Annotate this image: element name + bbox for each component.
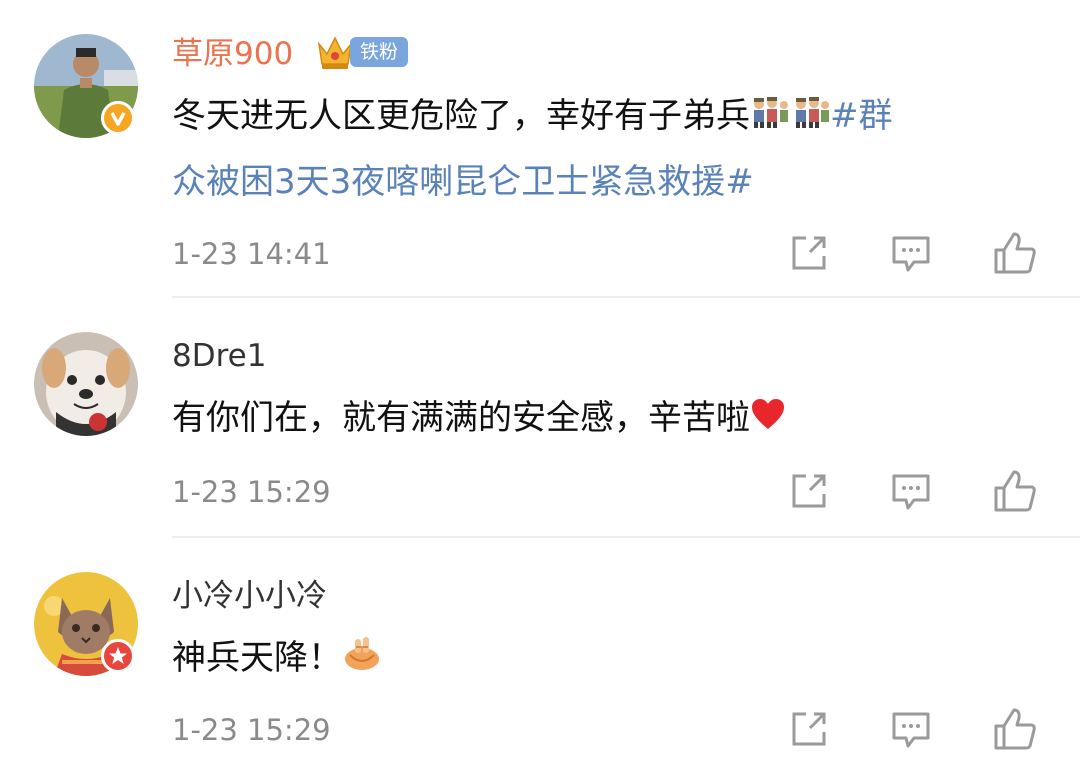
verified-badge-icon bbox=[101, 639, 135, 673]
comment-item: 草原900 铁粉 冬天进无人区更危险了，幸好有子弟兵 #群 众被困3天3夜喀喇昆… bbox=[0, 0, 1080, 298]
comment-list: 草原900 铁粉 冬天进无人区更危险了，幸好有子弟兵 #群 众被困3天3夜喀喇昆… bbox=[0, 0, 1080, 761]
like-icon[interactable] bbox=[992, 706, 1038, 752]
comment-time: 1-23 15:29 bbox=[172, 713, 331, 747]
share-icon[interactable] bbox=[786, 468, 832, 514]
comment-item: 8Dre1 有你们在，就有满满的安全感，辛苦啦 1-23 15:29 bbox=[0, 298, 1080, 538]
comment-icon[interactable] bbox=[888, 706, 934, 752]
comment-item: 小冷小小冷 神兵天降！ 1-23 15:29 bbox=[0, 538, 1080, 761]
topic-link[interactable]: #群 bbox=[830, 96, 893, 136]
verified-badge-icon bbox=[101, 101, 135, 135]
comment-text: 有你们在，就有满满的安全感，辛苦啦 bbox=[172, 386, 1032, 452]
username[interactable]: 8Dre1 bbox=[172, 336, 266, 376]
username[interactable]: 小冷小小冷 bbox=[172, 576, 327, 616]
comment-text: 冬天进无人区更危险了，幸好有子弟兵 #群 众被困3天3夜喀喇昆仑卫士紧急救援# bbox=[172, 84, 1032, 214]
comment-actions bbox=[780, 706, 1050, 752]
comment-text-plain: 冬天进无人区更危险了，幸好有子弟兵 bbox=[172, 96, 750, 136]
comment-text-plain: 神兵天降！ bbox=[172, 638, 342, 678]
comment-actions bbox=[780, 230, 1050, 276]
like-icon[interactable] bbox=[992, 230, 1038, 276]
comment-time: 1-23 15:29 bbox=[172, 475, 331, 509]
comment-icon[interactable] bbox=[888, 230, 934, 276]
avatar[interactable] bbox=[34, 332, 138, 436]
comment-actions bbox=[780, 468, 1050, 514]
comment-icon[interactable] bbox=[888, 468, 934, 514]
like-icon[interactable] bbox=[992, 468, 1038, 514]
username[interactable]: 草原900 bbox=[172, 34, 293, 74]
fist-salute-emoji-icon bbox=[342, 628, 382, 692]
red-heart-emoji-icon bbox=[750, 388, 786, 452]
comment-text-plain: 有你们在，就有满满的安全感，辛苦啦 bbox=[172, 398, 750, 438]
share-icon[interactable] bbox=[786, 230, 832, 276]
share-icon[interactable] bbox=[786, 706, 832, 752]
topic-link-continued[interactable]: 众被困3天3夜喀喇昆仑卫士紧急救援# bbox=[172, 162, 754, 202]
comment-time: 1-23 14:41 bbox=[172, 237, 331, 271]
crown-icon bbox=[317, 36, 353, 69]
comment-text: 神兵天降！ bbox=[172, 626, 1032, 692]
soldiers-emoji-icon bbox=[750, 86, 830, 150]
fan-badge-label: 铁粉 bbox=[350, 37, 409, 67]
fan-badge[interactable]: 铁粉 bbox=[316, 32, 409, 72]
